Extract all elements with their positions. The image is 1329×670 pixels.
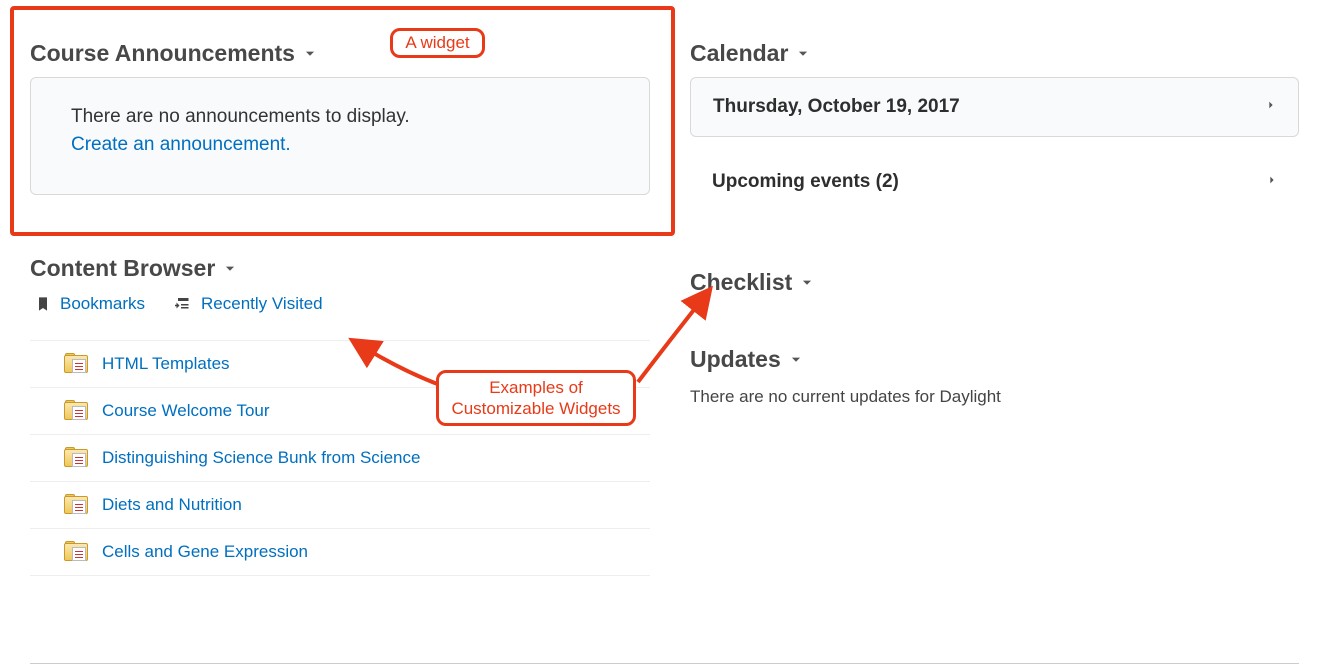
- list-item[interactable]: Diets and Nutrition: [30, 482, 650, 529]
- chevron-down-icon: [789, 353, 803, 367]
- announcements-title: Course Announcements: [30, 40, 295, 67]
- calendar-date-card[interactable]: Thursday, October 19, 2017: [690, 77, 1299, 137]
- content-item-link[interactable]: Distinguishing Science Bunk from Science: [102, 448, 420, 468]
- checklist-header[interactable]: Checklist: [690, 269, 1299, 306]
- recently-visited-link[interactable]: Recently Visited: [175, 294, 323, 314]
- upcoming-events-row[interactable]: Upcoming events (2): [690, 153, 1299, 211]
- calendar-header[interactable]: Calendar: [690, 40, 1299, 77]
- chevron-down-icon: [303, 47, 317, 61]
- updates-header[interactable]: Updates: [690, 346, 1299, 383]
- chevron-right-icon: [1267, 172, 1277, 193]
- recently-visited-label: Recently Visited: [201, 294, 323, 314]
- announcements-header[interactable]: Course Announcements: [30, 40, 650, 77]
- create-announcement-link[interactable]: Create an announcement.: [71, 134, 291, 155]
- calendar-date-label: Thursday, October 19, 2017: [713, 96, 960, 118]
- chevron-down-icon: [796, 47, 810, 61]
- list-item[interactable]: Cells and Gene Expression: [30, 529, 650, 576]
- recently-visited-icon: [175, 295, 193, 313]
- folder-icon: [64, 400, 90, 422]
- content-item-link[interactable]: Diets and Nutrition: [102, 495, 242, 515]
- chevron-down-icon: [223, 262, 237, 276]
- folder-icon: [64, 494, 90, 516]
- chevron-right-icon: [1266, 97, 1276, 118]
- calendar-widget: Calendar Thursday, October 19, 2017 Upco…: [690, 20, 1299, 221]
- announcements-empty-text: There are no announcements to display.: [71, 106, 609, 128]
- updates-widget: Updates There are no current updates for…: [690, 346, 1299, 407]
- content-item-link[interactable]: Course Welcome Tour: [102, 401, 270, 421]
- announcements-body: There are no announcements to display. C…: [30, 77, 650, 195]
- announcements-widget: Course Announcements There are no announ…: [30, 20, 650, 195]
- checklist-title: Checklist: [690, 269, 792, 296]
- list-item[interactable]: Course Welcome Tour: [30, 388, 650, 435]
- checklist-widget: Checklist: [690, 269, 1299, 306]
- folder-icon: [64, 541, 90, 563]
- folder-icon: [64, 353, 90, 375]
- updates-title: Updates: [690, 346, 781, 373]
- content-browser-quick-links: Bookmarks Recently Visited: [30, 292, 650, 332]
- content-browser-widget: Content Browser Bookmarks Recently Visit: [30, 255, 650, 576]
- calendar-title: Calendar: [690, 40, 788, 67]
- upcoming-events-label: Upcoming events (2): [712, 171, 899, 193]
- folder-icon: [64, 447, 90, 469]
- bookmark-icon: [34, 295, 52, 313]
- content-browser-list: HTML Templates Course Welcome Tour Disti…: [30, 340, 650, 576]
- updates-empty-text: There are no current updates for Dayligh…: [690, 383, 1299, 407]
- list-item[interactable]: HTML Templates: [30, 341, 650, 388]
- divider: [30, 663, 1299, 664]
- bookmarks-link[interactable]: Bookmarks: [34, 294, 145, 314]
- content-item-link[interactable]: HTML Templates: [102, 354, 230, 374]
- content-browser-header[interactable]: Content Browser: [30, 255, 650, 292]
- list-item[interactable]: Distinguishing Science Bunk from Science: [30, 435, 650, 482]
- content-browser-title: Content Browser: [30, 255, 215, 282]
- content-item-link[interactable]: Cells and Gene Expression: [102, 542, 308, 562]
- bookmarks-label: Bookmarks: [60, 294, 145, 314]
- chevron-down-icon: [800, 276, 814, 290]
